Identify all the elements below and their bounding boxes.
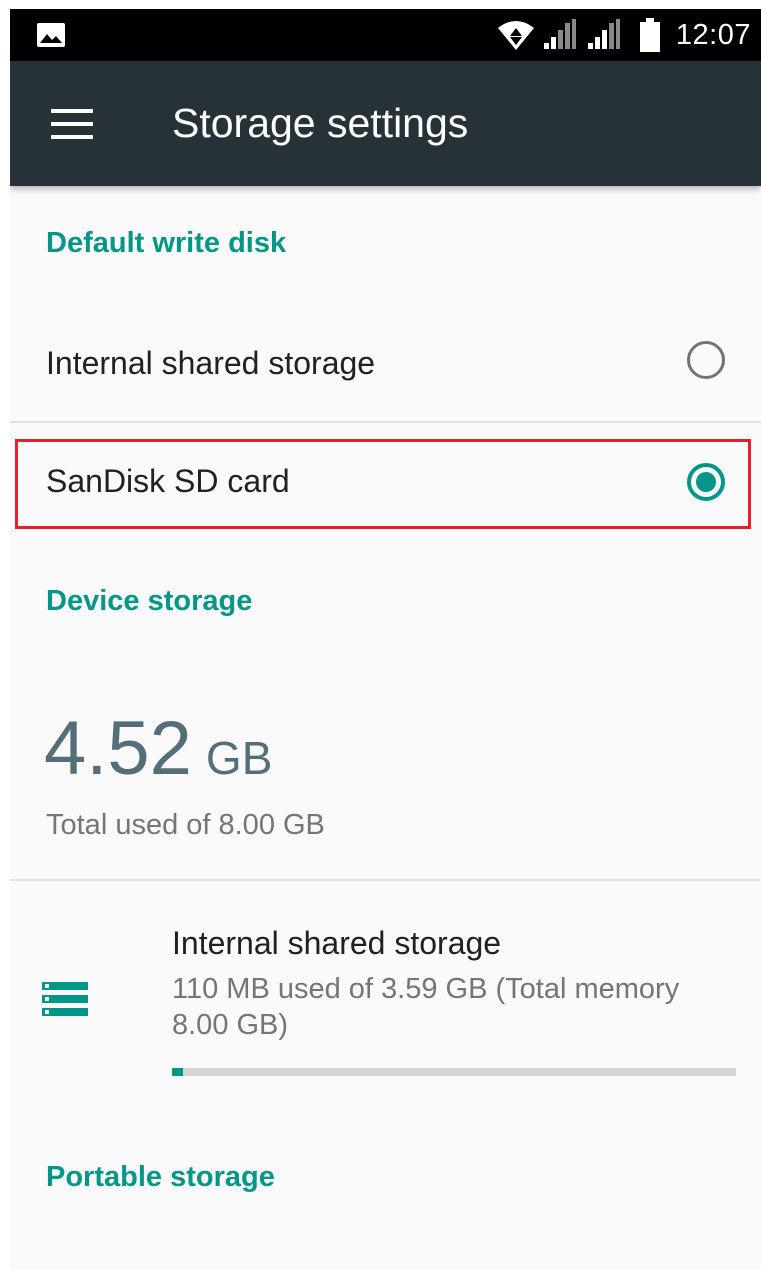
storage-used-value: 4.52 [44,706,192,791]
storage-icon [42,982,88,1016]
storage-used-unit: GB [205,732,273,784]
screen: 12:07 Storage settings Default write dis… [10,9,761,1270]
radio-button-checked[interactable] [687,463,725,501]
app-bar: Storage settings [10,61,761,186]
volume-usage-bar [172,1068,736,1076]
page-title: Storage settings [172,100,469,146]
radio-dot [696,472,716,492]
status-time: 12:07 [675,18,751,51]
option-label: Internal shared storage [46,345,376,381]
status-bar: 12:07 [10,9,761,61]
volume-summary: 110 MB used of 3.59 GB (Total memory 8.0… [172,973,680,1041]
signal-icon [588,9,622,61]
storage-total-text: Total used of 8.00 GB [46,809,325,841]
signal-icon [544,9,578,61]
option-sandisk-sd-card[interactable]: SanDisk SD card [10,423,761,543]
category-device-storage: Device storage [46,585,253,617]
menu-button[interactable] [36,91,108,157]
hamburger-menu-icon [51,109,93,139]
radio-button-unchecked[interactable] [687,341,725,379]
battery-icon [640,9,660,61]
option-internal-shared-storage[interactable]: Internal shared storage [10,305,761,421]
storage-used-summary: 4.52 GB [44,705,272,792]
image-notification-icon [36,9,66,61]
volume-usage-fill [172,1068,184,1076]
option-label: SanDisk SD card [46,463,290,499]
category-portable-storage: Portable storage [46,1161,275,1193]
category-default-write-disk: Default write disk [46,227,287,259]
volume-title: Internal shared storage [172,925,502,961]
wifi-icon [496,9,536,61]
